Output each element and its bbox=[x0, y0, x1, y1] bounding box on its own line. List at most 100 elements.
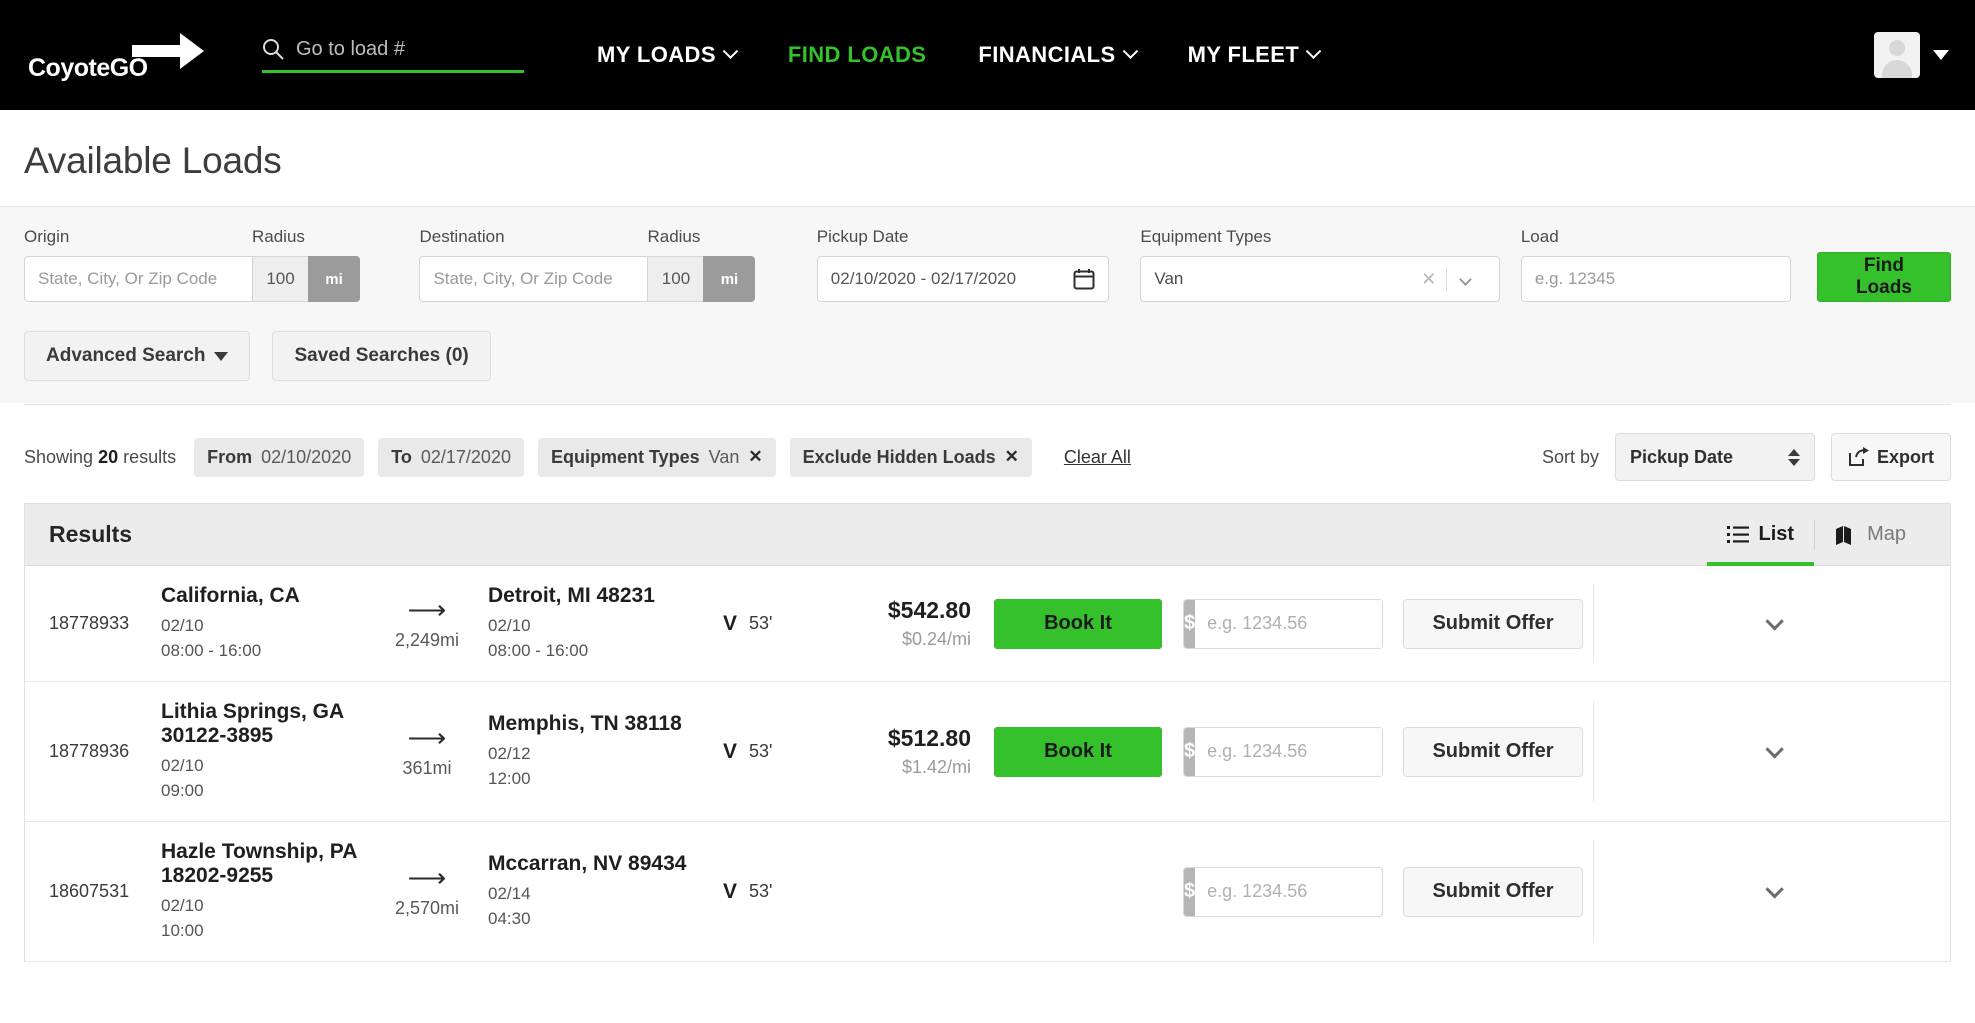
nav-label-my-fleet: MY FLEET bbox=[1187, 42, 1300, 67]
price-cell: $512.80 $1.42/mi bbox=[843, 725, 983, 778]
showing-results-text: Showing 20 results bbox=[24, 447, 176, 468]
destination-city: Mccarran, NV 89434 bbox=[488, 852, 687, 876]
origin-city: California, CA bbox=[161, 584, 300, 607]
map-icon bbox=[1836, 525, 1852, 545]
submit-offer-button[interactable]: Submit Offer bbox=[1403, 866, 1583, 917]
book-it-button[interactable]: Book It bbox=[994, 726, 1162, 777]
origin-group: Origin Radius 100 mi bbox=[24, 227, 360, 302]
table-row[interactable]: 18607531 Hazle Township, PA 18202-9255 0… bbox=[25, 822, 1950, 963]
chevron-down-icon[interactable] bbox=[1764, 740, 1784, 759]
clear-equipment-icon[interactable]: ✕ bbox=[1411, 269, 1446, 290]
avatar[interactable] bbox=[1874, 32, 1920, 78]
offer-input-group[interactable]: $ bbox=[1183, 598, 1383, 649]
destination-cell: Detroit, MI 48231 02/10 08:00 - 16:00 bbox=[488, 584, 723, 663]
arrow-logo-icon bbox=[132, 33, 204, 69]
arrow-right-icon: ⟶ bbox=[407, 594, 447, 625]
filter-chip-equipment-types[interactable]: Equipment Types Van ✕ bbox=[537, 437, 776, 477]
sort-and-export: Sort by Pickup Date Export bbox=[1542, 433, 1951, 481]
saved-searches-button[interactable]: Saved Searches (0) bbox=[272, 331, 491, 381]
clear-all-link[interactable]: Clear All bbox=[1064, 447, 1131, 468]
nav-item-financials[interactable]: FINANCIALS bbox=[978, 42, 1138, 68]
sort-by-select[interactable]: Pickup Date bbox=[1614, 433, 1815, 481]
expand-cell[interactable] bbox=[1593, 700, 1950, 804]
pickup-date-input[interactable]: 02/10/2020 - 02/17/2020 bbox=[816, 256, 1109, 302]
destination-radius-label: Radius bbox=[647, 227, 701, 246]
destination-time: 04:30 bbox=[488, 909, 531, 929]
destination-input[interactable] bbox=[419, 256, 648, 302]
remove-chip-icon[interactable]: ✕ bbox=[1005, 447, 1019, 467]
origin-date: 02/10 bbox=[161, 756, 204, 776]
caret-down-icon[interactable] bbox=[1933, 50, 1949, 60]
chevron-down-icon[interactable] bbox=[1459, 272, 1473, 286]
chip-value: Van bbox=[708, 446, 740, 467]
table-row[interactable]: 18778933 California, CA 02/10 08:00 - 16… bbox=[25, 566, 1950, 683]
offer-amount-input[interactable] bbox=[1195, 867, 1382, 916]
filter-chip-from[interactable]: From 02/10/2020 bbox=[194, 437, 365, 477]
submit-cell: Submit Offer bbox=[1393, 598, 1593, 649]
destination-radius-unit[interactable]: mi bbox=[703, 256, 756, 302]
origin-radius-value[interactable]: 100 bbox=[252, 256, 308, 302]
nav-item-find-loads[interactable]: FIND LOADS bbox=[788, 42, 926, 68]
divider bbox=[1446, 267, 1448, 291]
price-amount: $512.80 bbox=[887, 725, 971, 752]
destination-date: 02/12 bbox=[488, 744, 531, 764]
view-toggle-map[interactable]: Map bbox=[1815, 504, 1926, 566]
offer-input-group[interactable]: $ bbox=[1183, 866, 1383, 917]
expand-cell[interactable] bbox=[1593, 584, 1950, 664]
pickup-date-group: Pickup Date 02/10/2020 - 02/17/2020 bbox=[816, 227, 1109, 302]
origin-cell: Hazle Township, PA 18202-9255 02/10 10:0… bbox=[161, 840, 366, 943]
chevron-down-icon[interactable] bbox=[1764, 612, 1784, 631]
search-icon bbox=[263, 39, 284, 60]
destination-group: Destination Radius 100 mi bbox=[419, 227, 756, 302]
chevron-down-icon bbox=[722, 42, 739, 59]
offer-cell: $ bbox=[1173, 598, 1393, 649]
sort-spinner-icon bbox=[1787, 448, 1800, 466]
showing-count: 20 bbox=[98, 446, 119, 467]
load-search-box[interactable] bbox=[262, 37, 524, 73]
offer-input-group[interactable]: $ bbox=[1183, 726, 1383, 777]
nav-item-my-loads[interactable]: MY LOADS bbox=[597, 42, 739, 68]
page-title: Available Loads bbox=[24, 140, 282, 181]
remove-chip-icon[interactable]: ✕ bbox=[748, 447, 762, 467]
origin-date: 02/10 bbox=[161, 896, 204, 916]
chevron-down-icon bbox=[1122, 42, 1138, 59]
offer-amount-input[interactable] bbox=[1195, 599, 1382, 648]
equipment-code: V bbox=[723, 611, 738, 635]
results-card: Results List Map 18778933 California, CA… bbox=[24, 503, 1951, 963]
user-menu[interactable] bbox=[1874, 32, 1949, 78]
load-number-input[interactable] bbox=[1520, 256, 1791, 302]
pickup-date-label: Pickup Date bbox=[816, 227, 909, 246]
rate-per-mile: $1.42/mi bbox=[901, 757, 971, 778]
view-toggle-list[interactable]: List bbox=[1706, 504, 1815, 566]
coyotego-logo[interactable]: CoyoteGO bbox=[28, 25, 218, 85]
expand-cell[interactable] bbox=[1593, 840, 1950, 944]
equipment-code: V bbox=[723, 879, 738, 903]
book-it-button[interactable]: Book It bbox=[994, 598, 1162, 649]
secondary-search-actions: Advanced Search Saved Searches (0) bbox=[24, 331, 1951, 381]
filter-chip-exclude-hidden-loads[interactable]: Exclude Hidden Loads ✕ bbox=[789, 437, 1032, 477]
submit-offer-button[interactable]: Submit Offer bbox=[1403, 598, 1583, 649]
equipment-types-select[interactable]: Van ✕ bbox=[1140, 256, 1501, 302]
offer-amount-input[interactable] bbox=[1195, 727, 1382, 776]
submit-offer-button[interactable]: Submit Offer bbox=[1403, 726, 1583, 777]
search-input[interactable] bbox=[296, 37, 524, 61]
calendar-icon[interactable] bbox=[1073, 268, 1095, 290]
destination-city: Memphis, TN 38118 bbox=[488, 712, 682, 736]
nav-item-my-fleet[interactable]: MY FLEET bbox=[1187, 42, 1322, 68]
filter-chip-to[interactable]: To 02/17/2020 bbox=[378, 437, 524, 477]
results-filter-bar: Showing 20 results From 02/10/2020 To 02… bbox=[24, 404, 1951, 503]
chevron-down-icon[interactable] bbox=[1764, 880, 1784, 899]
origin-radius-unit[interactable]: mi bbox=[308, 256, 360, 302]
find-loads-button[interactable]: Find Loads bbox=[1816, 252, 1951, 302]
advanced-search-button[interactable]: Advanced Search bbox=[24, 331, 251, 381]
destination-radius-value[interactable]: 100 bbox=[647, 256, 704, 302]
pickup-date-value: 02/10/2020 - 02/17/2020 bbox=[830, 269, 1017, 288]
book-cell: Book It bbox=[983, 598, 1173, 649]
origin-input[interactable] bbox=[24, 256, 252, 302]
table-row[interactable]: 18778936 Lithia Springs, GA 30122-3895 0… bbox=[25, 682, 1950, 823]
advanced-search-label: Advanced Search bbox=[46, 345, 206, 366]
destination-date: 02/14 bbox=[488, 884, 531, 904]
view-toggle-list-label: List bbox=[1758, 523, 1795, 545]
price-cell: $542.80 $0.24/mi bbox=[843, 597, 983, 650]
export-button[interactable]: Export bbox=[1830, 433, 1951, 481]
